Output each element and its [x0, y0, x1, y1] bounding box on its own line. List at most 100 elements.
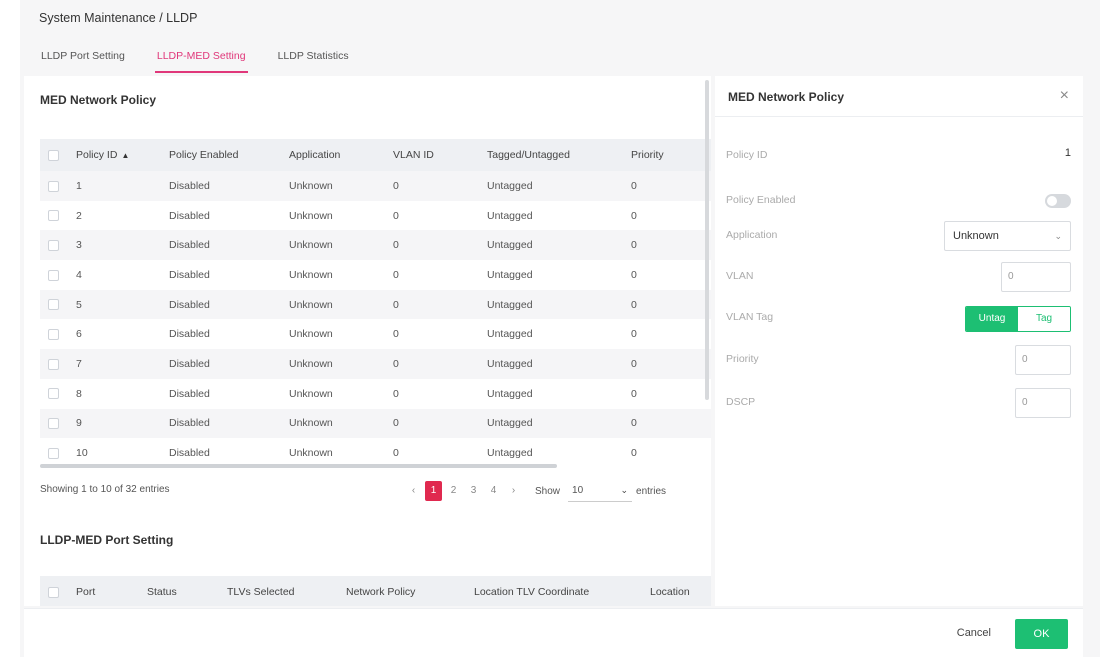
row-checkbox[interactable]	[48, 299, 59, 311]
cell-policy-id: 4	[76, 268, 82, 281]
application-label: Application	[726, 229, 778, 241]
cell-tagged-untagged: Untagged	[487, 171, 631, 201]
policy-enabled-row: Policy Enabled	[726, 186, 1071, 216]
col-tlvs-selected[interactable]: TLVs Selected	[227, 576, 346, 606]
row-checkbox[interactable]	[48, 239, 59, 251]
policy-section-title: MED Network Policy	[40, 93, 157, 107]
page-3-button[interactable]: 3	[465, 481, 482, 501]
cell-policy-enabled: Disabled	[169, 209, 210, 222]
port-section-title: LLDP-MED Port Setting	[40, 533, 174, 547]
tab-lldp-med-setting[interactable]: LLDP-MED Setting	[154, 49, 248, 73]
col-application[interactable]: Application	[289, 139, 393, 171]
priority-input[interactable]: 0	[1015, 345, 1071, 375]
showing-entries-text: Showing 1 to 10 of 32 entries	[40, 484, 170, 495]
table-row[interactable]: 7 Disabled Unknown 0 Untagged 0	[40, 349, 711, 379]
port-select-all-checkbox[interactable]	[48, 586, 59, 598]
cell-tagged-untagged: Untagged	[487, 289, 631, 320]
col-status[interactable]: Status	[147, 576, 227, 606]
priority-row: Priority 0	[726, 345, 1071, 375]
row-checkbox[interactable]	[48, 180, 59, 192]
col-location-tlv-coordinate[interactable]: Location TLV Coordinate	[474, 576, 650, 606]
cell-policy-id: 2	[76, 209, 82, 222]
row-select-cell	[40, 260, 76, 290]
entries-per-page-value: 10	[572, 485, 584, 496]
tag-button[interactable]: Tag	[1018, 307, 1070, 331]
col-location[interactable]: Location	[650, 576, 711, 606]
policy-table-body: 1 Disabled Unknown 0 Untagged 0 2 Disabled Unkno…	[40, 171, 711, 468]
row-checkbox[interactable]	[48, 329, 59, 340]
dscp-input[interactable]: 0	[1015, 388, 1071, 418]
table-row[interactable]: 6 Disabled Unknown 0 Untagged 0	[40, 319, 711, 349]
cell-tagged-untagged: Untagged	[487, 328, 533, 341]
cell-policy-enabled: Disabled	[169, 387, 210, 400]
cell-policy-enabled: Disabled	[169, 171, 289, 201]
application-select-value: Unknown	[953, 230, 999, 242]
toggle-knob	[1047, 196, 1057, 206]
cell-application: Unknown	[289, 230, 393, 261]
ok-button[interactable]: OK	[1015, 619, 1068, 649]
cell-policy-id: 8	[76, 387, 82, 400]
cancel-button[interactable]: Cancel	[957, 627, 991, 639]
page-2-button[interactable]: 2	[445, 481, 462, 501]
chevron-down-icon: ⌄	[1054, 230, 1062, 241]
cell-priority: 0	[631, 447, 637, 460]
row-checkbox[interactable]	[48, 210, 59, 222]
row-select-cell	[40, 379, 76, 409]
entries-label: entries	[636, 485, 667, 497]
table-row[interactable]: 3 Disabled Unknown 0 Untagged 0	[40, 230, 711, 261]
select-all-checkbox[interactable]	[48, 149, 59, 161]
row-checkbox[interactable]	[48, 388, 59, 400]
col-tagged-untagged[interactable]: Tagged/Untagged	[487, 139, 631, 171]
table-row[interactable]: 9 Disabled Unknown 0 Untagged 0	[40, 408, 711, 439]
horizontal-scrollbar[interactable]	[40, 464, 557, 468]
policy-enabled-toggle[interactable]	[1045, 194, 1071, 208]
col-port[interactable]: Port	[76, 576, 147, 606]
cell-policy-enabled: Disabled	[169, 349, 289, 379]
col-policy-id[interactable]: Policy ID ▲	[76, 139, 169, 171]
page-4-button[interactable]: 4	[485, 481, 502, 501]
table-row[interactable]: 4 Disabled Unknown 0 Untagged 0	[40, 260, 711, 290]
untag-button[interactable]: Untag	[966, 307, 1018, 331]
col-policy-id-label: Policy ID	[76, 149, 118, 161]
table-row[interactable]: 5 Disabled Unknown 0 Untagged 0	[40, 289, 711, 320]
entries-per-page-select[interactable]: 10 ⌄	[568, 480, 633, 502]
cell-application: Unknown	[289, 387, 333, 400]
table-row[interactable]: 2 Disabled Unknown 0 Untagged 0	[40, 201, 711, 231]
col-priority[interactable]: Priority	[631, 139, 711, 171]
cell-application: Unknown	[289, 408, 393, 439]
table-row[interactable]: 1 Disabled Unknown 0 Untagged 0	[40, 171, 711, 201]
footer-bar: Cancel OK	[24, 608, 1083, 657]
row-checkbox[interactable]	[48, 358, 59, 370]
col-network-policy[interactable]: Network Policy	[346, 576, 474, 606]
vlan-row: VLAN 0	[726, 262, 1071, 292]
close-icon[interactable]: ×	[1060, 87, 1069, 105]
row-select-cell	[40, 289, 76, 320]
col-vlan-id[interactable]: VLAN ID	[393, 139, 487, 171]
policy-id-value: 1	[1064, 147, 1071, 159]
tab-lldp-statistics[interactable]: LLDP Statistics	[276, 49, 351, 73]
col-policy-enabled[interactable]: Policy Enabled	[169, 139, 289, 171]
page-1-button[interactable]: 1	[425, 481, 442, 501]
vlan-input[interactable]: 0	[1001, 262, 1071, 292]
vertical-scrollbar[interactable]	[705, 80, 709, 400]
cell-policy-enabled: Disabled	[169, 408, 289, 439]
sort-asc-icon: ▲	[121, 151, 130, 160]
row-checkbox[interactable]	[48, 418, 59, 430]
cell-priority: 0	[631, 289, 711, 320]
table-row[interactable]: 8 Disabled Unknown 0 Untagged 0	[40, 379, 711, 409]
show-label: Show	[535, 485, 561, 497]
vlan-tag-label: VLAN Tag	[726, 311, 774, 323]
page-next-button[interactable]: ›	[505, 481, 522, 501]
row-checkbox[interactable]	[48, 447, 59, 459]
tab-lldp-port-setting[interactable]: LLDP Port Setting	[39, 49, 127, 73]
cell-application: Unknown	[289, 268, 333, 281]
cell-vlan-id: 0	[393, 289, 487, 320]
row-checkbox[interactable]	[48, 269, 59, 281]
vlan-tag-row: VLAN Tag Untag Tag	[726, 303, 1071, 333]
breadcrumb: System Maintenance / LLDP	[39, 11, 198, 25]
row-select-cell	[40, 230, 76, 261]
row-select-cell	[40, 319, 76, 349]
application-select[interactable]: Unknown ⌄	[944, 221, 1071, 251]
page-prev-button[interactable]: ‹	[405, 481, 422, 501]
cell-policy-enabled: Disabled	[169, 328, 210, 341]
